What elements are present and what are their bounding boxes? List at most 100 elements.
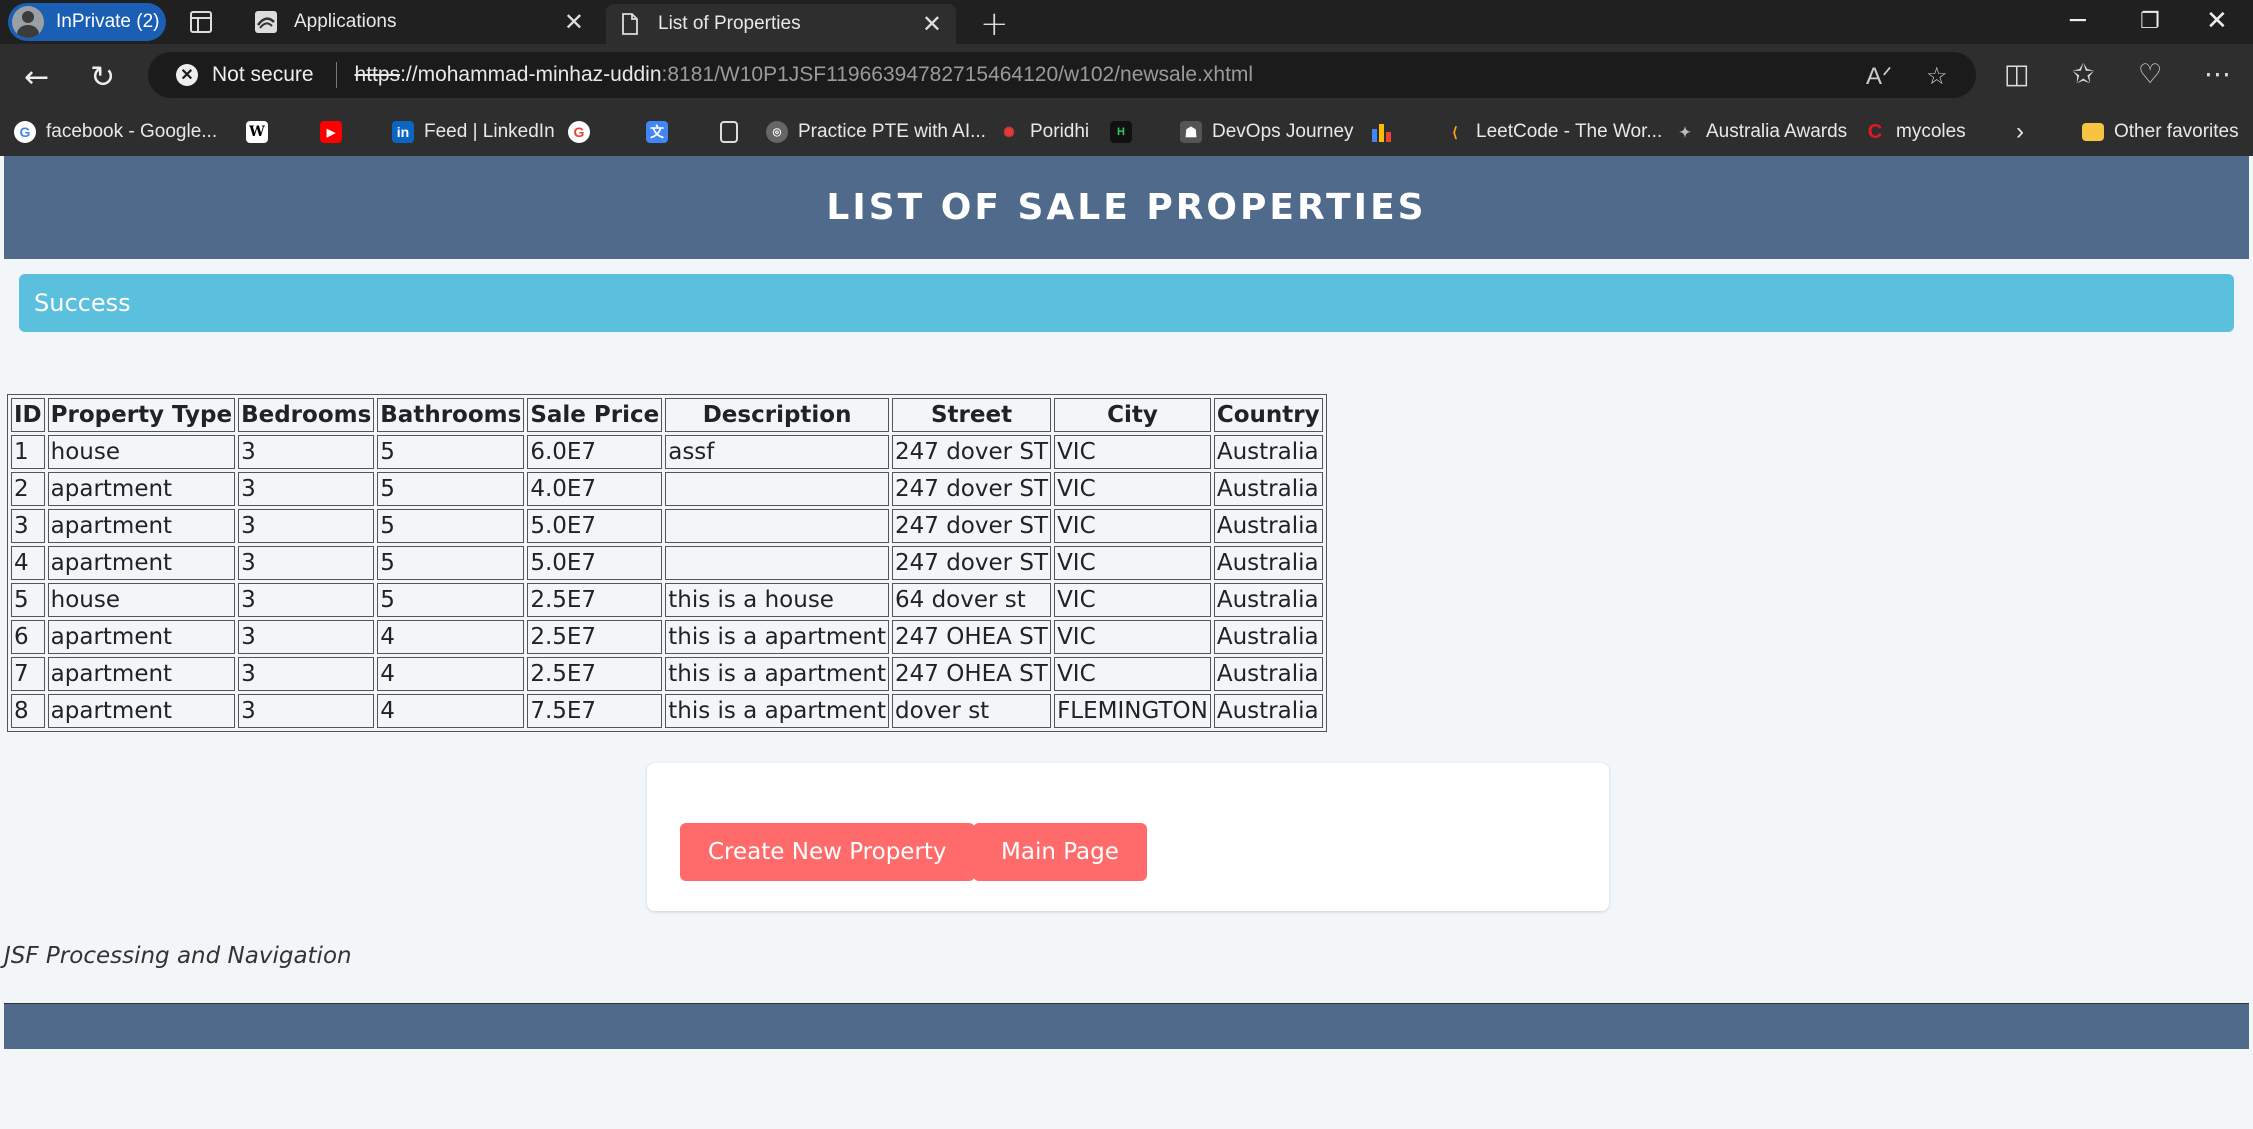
more-menu-icon[interactable]: ⋯ <box>2204 59 2231 90</box>
table-cell: 5 <box>377 435 525 469</box>
back-icon[interactable]: ← <box>24 60 49 95</box>
url-path: :8181/W10P1JSF11966394782715464120/w102/… <box>661 63 1254 86</box>
refresh-icon[interactable]: ↻ <box>90 60 115 95</box>
other-favorites[interactable]: Other favorites <box>2082 116 2239 148</box>
table-cell: VIC <box>1054 657 1211 691</box>
table-row: 5 house 3 5 2.5E7 this is a house 64 dover st V… <box>11 583 1323 617</box>
bookmarks-bar: G facebook - Google... W ▶ in Feed | Lin… <box>0 108 2253 156</box>
table-cell: 247 OHEA ST <box>892 657 1052 691</box>
table-cell: 247 dover ST <box>892 472 1052 506</box>
table-cell: Australia <box>1213 620 1323 654</box>
bookmark-label: Practice PTE with AI... <box>798 121 986 142</box>
favorite-star-icon[interactable]: ☆ <box>1926 62 1948 91</box>
page-favicon-icon <box>618 12 642 36</box>
table-cell: dover st <box>892 694 1052 728</box>
read-aloud-icon[interactable]: Aᐟ <box>1866 62 1892 91</box>
not-secure-icon[interactable]: ✕ <box>176 64 198 86</box>
table-cell: 5 <box>377 472 525 506</box>
create-new-property-button[interactable]: Create New Property <box>680 823 975 881</box>
bookmark-mycoles[interactable]: C mycoles <box>1864 116 1966 148</box>
bookmark-label: Feed | LinkedIn <box>424 121 555 142</box>
table-cell: VIC <box>1054 546 1211 580</box>
table-cell: 2.5E7 <box>527 620 663 654</box>
bookmark-page[interactable] <box>720 116 748 148</box>
bookmark-australia-awards[interactable]: ✦ Australia Awards <box>1674 116 1847 148</box>
table-cell: 247 OHEA ST <box>892 620 1052 654</box>
table-cell: 5 <box>377 509 525 543</box>
table-cell: 2.5E7 <box>527 583 663 617</box>
close-window-icon[interactable]: ✕ <box>2206 6 2228 36</box>
table-row: 6 apartment 3 4 2.5E7 this is a apartment 247 … <box>11 620 1323 654</box>
table-cell: this is a apartment <box>665 694 889 728</box>
table-cell: 5 <box>377 583 525 617</box>
bookmark-label: LeetCode - The Wor... <box>1476 121 1663 142</box>
table-cell: 247 dover ST <box>892 509 1052 543</box>
restore-icon[interactable]: ❐ <box>2140 9 2160 34</box>
table-cell: this is a apartment <box>665 620 889 654</box>
bookmark-hackerrank[interactable]: H <box>1110 116 1142 148</box>
chart-icon <box>1370 121 1392 143</box>
applications-favicon-icon <box>254 10 278 34</box>
table-cell: 6 <box>11 620 45 654</box>
page-content: LIST OF SALE PROPERTIES Success ID Prope… <box>4 156 2249 1129</box>
bookmark-poridhi[interactable]: ✺ Poridhi <box>998 116 1089 148</box>
hackerrank-icon: H <box>1110 121 1132 143</box>
table-cell: 3 <box>238 583 375 617</box>
url-scheme: https <box>354 63 401 86</box>
table-row: 8 apartment 3 4 7.5E7 this is a apartment dove… <box>11 694 1323 728</box>
close-tab-icon[interactable]: ✕ <box>922 10 942 39</box>
table-cell: VIC <box>1054 583 1211 617</box>
inprivate-profile-button[interactable]: InPrivate (2) <box>8 3 166 41</box>
table-cell: 6.0E7 <box>527 435 663 469</box>
table-cell: 7.5E7 <box>527 694 663 728</box>
bookmark-youtube[interactable]: ▶ <box>320 116 352 148</box>
linkedin-icon: in <box>392 121 414 143</box>
table-cell: 247 dover ST <box>892 435 1052 469</box>
new-tab-icon[interactable]: + <box>980 4 1009 44</box>
bookmark-pte[interactable]: ⌾ Practice PTE with AI... <box>766 116 986 148</box>
table-cell: apartment <box>47 620 236 654</box>
bookmark-facebook[interactable]: G facebook - Google... <box>14 116 217 148</box>
bookmark-chart[interactable] <box>1370 116 1402 148</box>
split-screen-icon[interactable]: ◫ <box>2004 59 2030 90</box>
divider <box>335 62 337 88</box>
table-cell: apartment <box>47 546 236 580</box>
table-cell: VIC <box>1054 509 1211 543</box>
tab-actions-icon[interactable] <box>190 11 212 33</box>
tab-list-of-properties[interactable]: List of Properties ✕ <box>606 4 956 44</box>
table-body: 1 house 3 5 6.0E7 assf 247 dover ST VIC Australi… <box>11 435 1323 728</box>
security-label[interactable]: Not secure <box>212 63 314 87</box>
table-cell: 7 <box>11 657 45 691</box>
tab-title: Applications <box>294 11 397 32</box>
browser-essentials-icon[interactable]: ♡ <box>2138 59 2162 90</box>
more-bookmarks-chevron-icon[interactable]: › <box>2016 116 2024 148</box>
bookmark-translate[interactable]: 文 <box>646 116 678 148</box>
bookmark-linkedin[interactable]: in Feed | LinkedIn <box>392 116 555 148</box>
page-header: LIST OF SALE PROPERTIES <box>4 156 2249 259</box>
table-cell: house <box>47 435 236 469</box>
minimize-icon[interactable]: ─ <box>2070 6 2086 36</box>
bookmark-wikipedia[interactable]: W <box>246 116 278 148</box>
success-alert: Success <box>19 274 2234 332</box>
table-cell: 247 dover ST <box>892 546 1052 580</box>
bookmark-leetcode[interactable]: ⟨ LeetCode - The Wor... <box>1444 116 1662 148</box>
awards-icon: ✦ <box>1679 123 1691 140</box>
table-cell: VIC <box>1054 620 1211 654</box>
close-tab-icon[interactable]: ✕ <box>564 8 584 37</box>
table-cell: 5 <box>11 583 45 617</box>
favorites-icon[interactable]: ✩ <box>2072 59 2095 90</box>
url-text[interactable]: https://mohammad-minhaz-uddin:8181/W10P1… <box>355 63 1254 87</box>
devops-icon: ☗ <box>1180 121 1202 143</box>
table-cell: Australia <box>1213 583 1323 617</box>
address-bar[interactable]: ✕ Not secure https://mohammad-minhaz-udd… <box>148 52 1976 98</box>
bookmark-google[interactable]: G <box>568 116 600 148</box>
google-icon: G <box>568 121 590 143</box>
table-cell: apartment <box>47 509 236 543</box>
bookmark-label: mycoles <box>1896 121 1966 142</box>
main-page-button[interactable]: Main Page <box>973 823 1147 881</box>
leetcode-icon: ⟨ <box>1452 123 1458 140</box>
tab-applications[interactable]: Applications ✕ <box>242 0 598 44</box>
table-cell: Australia <box>1213 657 1323 691</box>
bookmark-devops[interactable]: ☗ DevOps Journey <box>1180 116 1354 148</box>
poridhi-icon: ✺ <box>1003 123 1015 140</box>
